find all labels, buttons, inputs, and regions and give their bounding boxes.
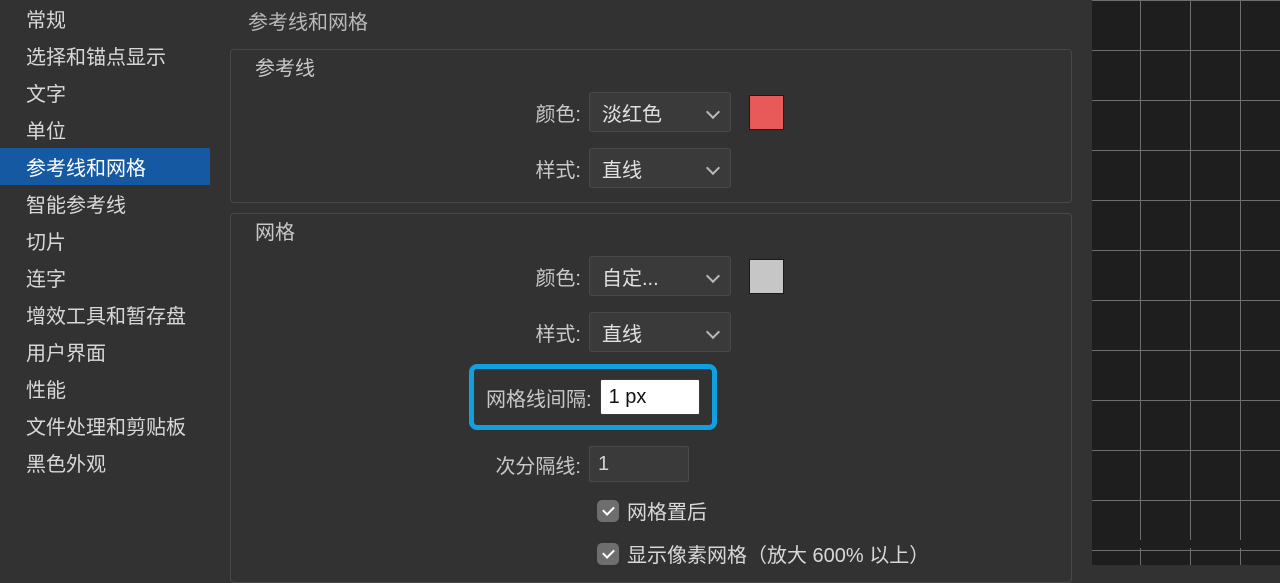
sidebar-item-label: 参考线和网格 [26, 158, 146, 180]
sidebar-item-label: 增效工具和暂存盘 [26, 306, 186, 328]
grid-color-row: 颜色: 自定... [231, 256, 1071, 296]
subdivisions-row: 次分隔线: 1 [231, 446, 1071, 482]
page-title: 参考线和网格 [230, 0, 1072, 39]
guides-style-label: 样式: [231, 154, 589, 183]
sidebar: 常规 选择和锚点显示 文字 单位 参考线和网格 智能参考线 切片 连字 增效工具… [0, 0, 210, 565]
guides-color-swatch[interactable] [749, 95, 784, 130]
subdivisions-label: 次分隔线: [231, 450, 589, 479]
gridline-every-input[interactable]: 1 px [600, 379, 700, 415]
sidebar-item-slices[interactable]: 切片 [0, 222, 210, 259]
sidebar-item-label: 选择和锚点显示 [26, 47, 166, 69]
grid-color-select[interactable]: 自定... [589, 256, 731, 296]
grid-in-back-checkbox[interactable] [597, 500, 619, 522]
guides-style-value: 直线 [602, 154, 642, 183]
show-pixel-grid-label: 显示像素网格（放大 600% 以上） [627, 539, 929, 568]
guides-fieldset: 参考线 颜色: 淡红色 样式: 直线 [230, 49, 1072, 203]
grid-fieldset: 网格 颜色: 自定... 样式: 直线 网格线间隔: 1 px 次分隔线: [230, 213, 1072, 583]
grid-style-select[interactable]: 直线 [589, 312, 731, 352]
sidebar-item-selection-anchor[interactable]: 选择和锚点显示 [0, 37, 210, 74]
sidebar-item-units[interactable]: 单位 [0, 111, 210, 148]
grid-style-value: 直线 [602, 318, 642, 347]
grid-color-value: 自定... [602, 262, 659, 291]
grid-legend-wrap: 网格 [249, 216, 301, 245]
grid-style-label: 样式: [231, 318, 589, 347]
guides-legend: 参考线 [255, 58, 315, 80]
show-pixel-grid-row: 显示像素网格（放大 600% 以上） [231, 539, 1071, 568]
gridline-every-label: 网格线间隔: [486, 383, 592, 412]
sidebar-item-label: 智能参考线 [26, 195, 126, 217]
guides-color-row: 颜色: 淡红色 [231, 92, 1071, 132]
sidebar-item-type[interactable]: 文字 [0, 74, 210, 111]
sidebar-item-label: 切片 [26, 232, 66, 254]
sidebar-item-label: 用户界面 [26, 343, 106, 365]
sidebar-item-hyphenation[interactable]: 连字 [0, 259, 210, 296]
sidebar-item-label: 黑色外观 [26, 454, 106, 476]
sidebar-item-file-clipboard[interactable]: 文件处理和剪贴板 [0, 407, 210, 444]
sidebar-item-label: 文字 [26, 84, 66, 106]
sidebar-item-black-appearance[interactable]: 黑色外观 [0, 444, 210, 481]
grid-in-back-row: 网格置后 [231, 496, 1071, 525]
sidebar-item-label: 连字 [26, 269, 66, 291]
chevron-down-icon [706, 325, 720, 339]
grid-color-swatch[interactable] [749, 259, 784, 294]
grid-legend: 网格 [255, 222, 295, 244]
gridline-every-value: 1 px [609, 386, 647, 409]
guides-color-select[interactable]: 淡红色 [589, 92, 731, 132]
guides-style-row: 样式: 直线 [231, 148, 1071, 188]
sidebar-item-label: 性能 [26, 380, 66, 402]
checkmark-icon [602, 546, 615, 559]
content-panel: 参考线和网格 参考线 颜色: 淡红色 样式: 直线 网格 颜色: [210, 0, 1092, 565]
grid-style-row: 样式: 直线 [231, 312, 1071, 352]
subdivisions-value: 1 [598, 453, 609, 476]
sidebar-item-label: 文件处理和剪贴板 [26, 417, 186, 439]
grid-preview-gap [1092, 540, 1280, 548]
sidebar-item-general[interactable]: 常规 [0, 0, 210, 37]
chevron-down-icon [706, 161, 720, 175]
sidebar-item-plugins-scratch[interactable]: 增效工具和暂存盘 [0, 296, 210, 333]
guides-color-value: 淡红色 [602, 98, 662, 127]
checkmark-icon [602, 503, 615, 516]
chevron-down-icon [706, 269, 720, 283]
gridline-every-highlight: 网格线间隔: 1 px [469, 364, 717, 430]
sidebar-item-label: 单位 [26, 121, 66, 143]
chevron-down-icon [706, 105, 720, 119]
sidebar-item-guides-grid[interactable]: 参考线和网格 [0, 148, 210, 185]
grid-preview [1092, 0, 1280, 565]
guides-style-select[interactable]: 直线 [589, 148, 731, 188]
subdivisions-input[interactable]: 1 [589, 446, 689, 482]
grid-in-back-label: 网格置后 [627, 496, 707, 525]
guides-color-label: 颜色: [231, 98, 589, 127]
sidebar-item-user-interface[interactable]: 用户界面 [0, 333, 210, 370]
guides-legend-wrap: 参考线 [249, 52, 321, 81]
show-pixel-grid-checkbox[interactable] [597, 543, 619, 565]
grid-color-label: 颜色: [231, 262, 589, 291]
sidebar-item-label: 常规 [26, 10, 66, 32]
sidebar-item-smart-guides[interactable]: 智能参考线 [0, 185, 210, 222]
sidebar-item-performance[interactable]: 性能 [0, 370, 210, 407]
